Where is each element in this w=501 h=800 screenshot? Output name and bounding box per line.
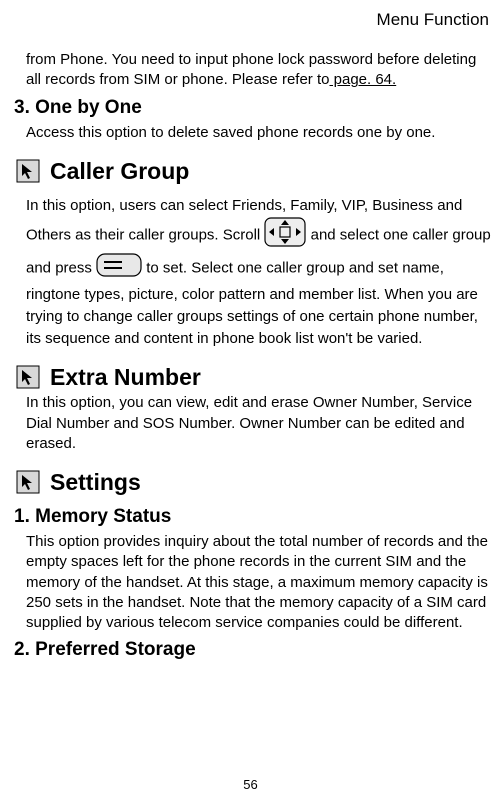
memory-status-body: This option provides inquiry about the t… xyxy=(26,532,491,633)
extra-number-heading-row: Extra Number xyxy=(14,363,491,391)
settings-heading-row: Settings xyxy=(14,468,491,496)
page-number: 56 xyxy=(0,777,501,792)
settings-title: Settings xyxy=(50,469,141,496)
memory-status-heading: 1. Memory Status xyxy=(14,506,491,528)
page-header: Menu Function xyxy=(14,10,491,30)
extra-number-body: In this option, you can view, edit and e… xyxy=(26,393,491,454)
one-by-one-heading: 3. One by One xyxy=(14,97,491,119)
one-by-one-body: Access this option to delete saved phone… xyxy=(26,123,491,143)
intro-paragraph: from Phone. You need to input phone lock… xyxy=(26,50,491,91)
caller-group-body: In this option, users can select Friends… xyxy=(26,195,491,350)
pointer-icon xyxy=(14,157,42,185)
page-reference-link[interactable]: page. 64. xyxy=(329,71,396,88)
intro-text: from Phone. You need to input phone lock… xyxy=(26,51,476,88)
nav-key-icon xyxy=(264,217,306,254)
caller-group-title: Caller Group xyxy=(50,158,189,185)
preferred-storage-heading: 2. Preferred Storage xyxy=(14,639,491,661)
caller-group-heading-row: Caller Group xyxy=(14,157,491,185)
extra-number-title: Extra Number xyxy=(50,364,201,391)
pointer-icon xyxy=(14,468,42,496)
soft-key-icon xyxy=(96,253,142,284)
pointer-icon xyxy=(14,363,42,391)
